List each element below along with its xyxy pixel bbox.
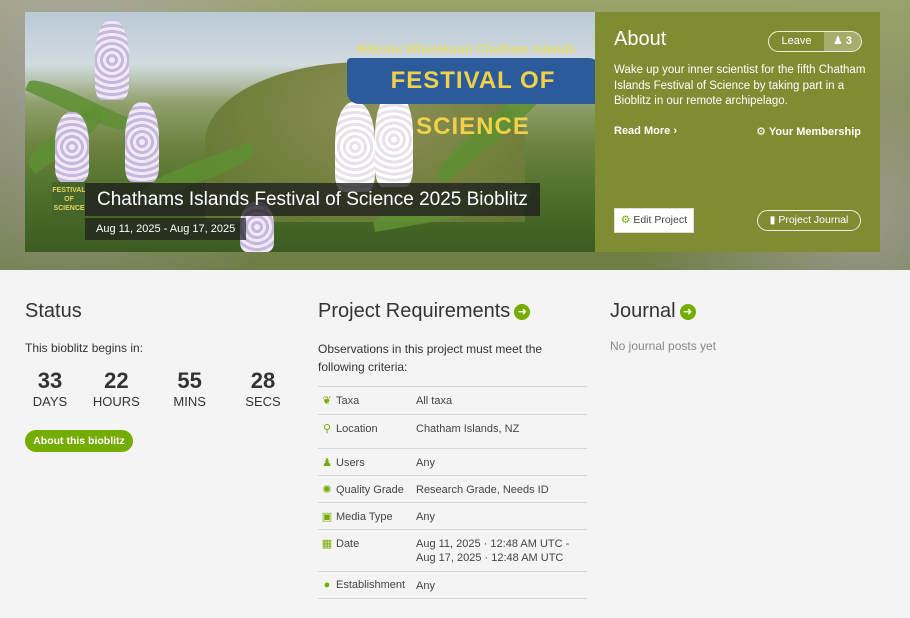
requirement-row: ❦ Taxa All taxa (318, 386, 587, 415)
project-journal-label: Project Journal (778, 214, 849, 226)
journal-heading[interactable]: Journal ➜ (610, 300, 696, 323)
gear-icon: ⚙ (620, 214, 631, 226)
project-logo: FESTIVAL OF SCIENCE (52, 182, 86, 222)
membership-controls: Leave ♟ 3 (768, 31, 862, 52)
requirement-label: Users (336, 457, 365, 469)
requirement-label: Taxa (336, 395, 360, 407)
edit-project-button[interactable]: ⚙ Edit Project (614, 208, 694, 233)
countdown-days: 33 DAYS (25, 368, 75, 410)
user-icon: ♟ (322, 457, 332, 469)
book-icon: ▮ (769, 214, 776, 226)
countdown: 33 DAYS 22 HOURS 55 MINS 28 SECS (25, 368, 295, 410)
arrow-circle-right-icon[interactable]: ➜ (514, 304, 531, 320)
requirement-row: ▣ Media Type Any (318, 502, 587, 530)
countdown-value: 28 (250, 368, 276, 393)
edit-project-label: Edit Project (633, 214, 688, 226)
requirement-value: Any (416, 448, 587, 476)
leave-button[interactable]: Leave (769, 32, 824, 51)
banner-flower (335, 102, 375, 192)
requirements-heading[interactable]: Project Requirements ➜ (318, 300, 531, 323)
requirement-value: Research Grade, Needs ID (416, 475, 587, 503)
countdown-value: 22 (104, 368, 129, 393)
map-marker-icon: ⚲ (322, 423, 332, 435)
requirement-label: Media Type (336, 511, 393, 523)
no-journal-posts: No journal posts yet (610, 339, 717, 353)
arrow-circle-right-icon[interactable]: ➜ (679, 304, 696, 320)
about-bioblitz-button[interactable]: About this bioblitz (25, 430, 133, 452)
countdown-unit: MINS (173, 394, 206, 409)
festival-title: FESTIVAL OF SCIENCE (347, 58, 595, 140)
begins-text: This bioblitz begins in: (25, 341, 144, 355)
leaf-icon: ❦ (322, 395, 332, 407)
read-more-label: Read More (614, 125, 671, 137)
requirement-value: All taxa (416, 386, 587, 415)
countdown-value: 55 (177, 368, 202, 393)
requirement-label: Date (336, 538, 360, 550)
countdown-unit: SECS (245, 394, 281, 409)
requirements-intro: Observations in this project must meet t… (318, 342, 543, 374)
festival-subtitle: Rēkohu Wharekauri Chatham Islands (357, 42, 576, 56)
project-journal-button[interactable]: ▮ Project Journal (757, 210, 861, 231)
journal-heading-label: Journal (610, 300, 676, 322)
about-description: Wake up your inner scientist for the fif… (614, 64, 866, 107)
banner-flower (125, 102, 159, 182)
requirements-table: ❦ Taxa All taxa ⚲ Location Chatham Islands… (318, 386, 587, 599)
read-more-link[interactable]: Read More › (614, 125, 677, 137)
requirement-row: ⚲ Location Chatham Islands, NZ (318, 414, 587, 449)
chevron-right-icon: › (673, 125, 677, 137)
countdown-unit: HOURS (92, 394, 140, 409)
requirement-label: Location (336, 423, 378, 435)
globe-icon: ● (323, 579, 331, 591)
project-title: Chathams Islands Festival of Science 202… (85, 183, 540, 216)
requirement-row: ♟ Users Any (318, 448, 587, 476)
countdown-unit: DAYS (32, 394, 68, 409)
about-heading: About (614, 28, 667, 50)
about-panel: About Leave ♟ 3 Wake up your inner scien… (595, 12, 880, 252)
calendar-icon: ▦ (321, 538, 333, 550)
status-heading: Status (25, 300, 82, 322)
project-banner-image: Rēkohu Wharekauri Chatham Islands FESTIV… (25, 12, 595, 252)
countdown-hours: 22 HOURS (84, 368, 148, 410)
requirement-row: ▦ Date Aug 11, 2025 · 12:48 AM UTC - Aug … (318, 529, 587, 572)
requirement-value: Any (416, 571, 587, 599)
requirement-row: ✺ Quality Grade Research Grade, Needs ID (318, 475, 587, 503)
countdown-secs: 28 SECS (231, 368, 295, 410)
requirement-label: Establishment (336, 579, 406, 591)
banner-flower (95, 20, 129, 100)
requirement-value: Aug 11, 2025 · 12:48 AM UTC - Aug 17, 20… (416, 529, 587, 572)
requirement-value: Chatham Islands, NZ (416, 414, 587, 449)
banner-flower (55, 112, 89, 182)
project-dates: Aug 11, 2025 - Aug 17, 2025 (85, 218, 247, 240)
banner-flower (375, 92, 413, 187)
requirement-row: ● Establishment Any (318, 571, 587, 599)
requirement-label: Quality Grade (336, 484, 404, 496)
your-membership-label: Your Membership (768, 126, 861, 138)
your-membership-link[interactable]: ⚙ Your Membership (756, 125, 861, 138)
members-count-button[interactable]: ♟ 3 (824, 32, 861, 51)
members-count: 3 (845, 35, 853, 47)
image-icon: ▣ (321, 511, 333, 523)
user-icon: ♟ (832, 35, 843, 47)
certificate-icon: ✺ (322, 484, 332, 496)
countdown-mins: 55 MINS (158, 368, 222, 410)
requirement-value: Any (416, 502, 587, 530)
countdown-value: 33 (37, 368, 63, 393)
requirements-heading-label: Project Requirements (318, 300, 511, 322)
gear-icon: ⚙ (756, 126, 767, 138)
